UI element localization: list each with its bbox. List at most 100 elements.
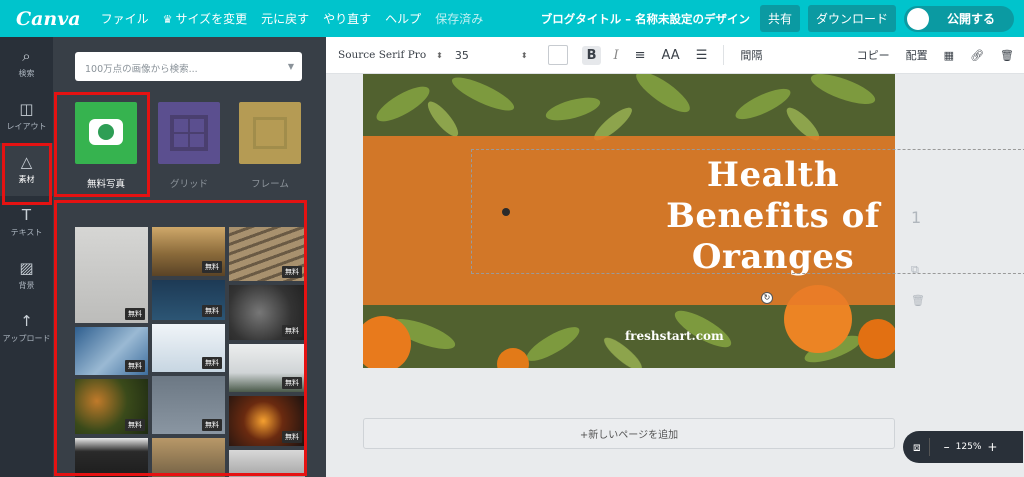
sidebar-item-label: アップロード <box>2 334 51 343</box>
grid-icon <box>170 115 208 151</box>
camera-icon <box>89 119 123 145</box>
photo-thumb[interactable]: 無料 <box>152 280 225 320</box>
sidebar-item-label: レイアウト <box>6 122 47 131</box>
free-badge: 無料 <box>125 308 145 320</box>
search-placeholder: 100万点の画像から検索... <box>85 64 198 75</box>
sidebar-item-search[interactable]: ⌕ 検索 <box>0 37 53 90</box>
copy-button[interactable]: コピー <box>857 47 890 63</box>
photo-thumb[interactable]: 無料 <box>152 376 225 434</box>
photo-thumb[interactable]: 無料 <box>229 344 305 392</box>
background-icon: ▨ <box>19 259 34 277</box>
photo-grid: 無料 無料 無料 無料 無料 無料 無料 無料 無料 無料 無料 <box>75 227 305 477</box>
present-icon[interactable]: ⧈ <box>913 440 921 455</box>
photo-thumb[interactable]: 無料 <box>229 396 305 446</box>
sidebar-item-label: 検索 <box>18 69 35 78</box>
resize-menu[interactable]: ♛ サイズを変更 <box>163 10 248 27</box>
sidebar-item-label: 素材 <box>18 175 35 184</box>
category-frames[interactable]: フレーム <box>238 102 302 190</box>
zoom-out-button[interactable]: – <box>944 440 950 454</box>
delete-page-icon[interactable]: 🗑︎ <box>911 294 925 307</box>
photo-thumb[interactable]: 無料 <box>229 285 305 340</box>
italic-button[interactable]: I <box>613 48 618 63</box>
text-case-button[interactable]: AA <box>662 48 680 63</box>
chevron-down-icon[interactable]: ▼ <box>288 62 294 71</box>
canva-logo[interactable]: Canva <box>16 8 81 30</box>
photo-thumb[interactable]: 無料 <box>229 227 305 281</box>
share-button[interactable]: 共有 <box>759 5 800 32</box>
photo-thumb[interactable] <box>75 438 148 477</box>
category-grids[interactable]: グリッド <box>157 102 221 190</box>
zoom-level[interactable]: 125% <box>956 442 982 452</box>
elements-panel: 100万点の画像から検索... ▼ 無料写真 グリッド フレーム 無料 無料 無… <box>53 37 326 477</box>
url-text[interactable]: freshstart.com <box>625 329 724 343</box>
rotate-handle-icon[interactable]: ↻ <box>761 292 773 304</box>
frame-icon <box>253 117 287 149</box>
publish-toggle[interactable]: 公開する <box>904 5 1014 32</box>
undo-button[interactable]: 元に戻す <box>261 10 309 27</box>
search-icon: ⌕ <box>22 47 31 65</box>
bold-button[interactable]: B <box>581 45 602 65</box>
free-badge: 無料 <box>282 325 302 337</box>
sidebar-item-layout[interactable]: ◫ レイアウト <box>0 90 53 143</box>
sidebar-item-label: テキスト <box>10 228 43 237</box>
resize-handle[interactable] <box>502 208 510 216</box>
file-menu[interactable]: ファイル <box>101 10 149 27</box>
sidebar-item-upload[interactable]: ↑ アップロード <box>0 302 53 355</box>
text-icon: T <box>21 206 32 224</box>
help-menu[interactable]: ヘルプ <box>385 10 421 27</box>
download-button[interactable]: ダウンロード <box>807 5 896 32</box>
photo-thumb[interactable]: 無料 <box>75 327 148 375</box>
zoom-in-button[interactable]: + <box>987 440 997 454</box>
sidebar-item-label: 背景 <box>18 281 35 290</box>
frames-thumb <box>239 102 301 164</box>
font-dropdown-arrows-icon[interactable]: ⬍ <box>436 51 443 60</box>
free-badge: 無料 <box>202 261 222 273</box>
toolbar-divider <box>723 45 725 65</box>
text-selection-box <box>471 149 1024 274</box>
link-icon[interactable]: 🔗︎ <box>970 49 984 62</box>
zoom-control: ⧈ – 125% + <box>903 431 1023 463</box>
spacing-button[interactable]: 間隔 <box>740 47 762 63</box>
format-toolbar: Source Serif Pro ⬍ 35 ⬍ B I ≡ AA ☰ 間隔 コピ… <box>326 37 1024 74</box>
canvas-area: Health Benefits of Oranges freshstart.co… <box>326 74 1024 477</box>
free-badge: 無料 <box>125 419 145 431</box>
photo-thumb[interactable]: 無料 <box>75 379 148 434</box>
add-page-button[interactable]: +新しいページを追加 <box>363 418 895 449</box>
font-size-dropdown[interactable]: 35 <box>455 49 469 62</box>
left-sidebar: ⌕ 検索 ◫ レイアウト △ 素材 T テキスト ▨ 背景 ↑ アップロード <box>0 37 53 477</box>
document-title[interactable]: ブログタイトル – 名称未設定のデザイン <box>541 11 750 27</box>
free-badge: 無料 <box>202 357 222 369</box>
top-bar: Canva ファイル ♛ サイズを変更 元に戻す やり直す ヘルプ 保存済み ブロ… <box>0 0 1024 37</box>
upload-icon: ↑ <box>20 312 33 330</box>
photo-thumb[interactable]: 無料 <box>75 227 148 323</box>
list-icon[interactable]: ☰ <box>696 48 708 63</box>
arrange-button[interactable]: 配置 <box>906 47 928 63</box>
search-input[interactable]: 100万点の画像から検索... ▼ <box>75 52 302 81</box>
trash-icon[interactable]: 🗑︎ <box>1000 49 1014 62</box>
free-badge: 無料 <box>202 305 222 317</box>
transparency-icon[interactable]: ▦ <box>944 49 954 62</box>
category-label: グリッド <box>169 179 208 190</box>
font-family-dropdown[interactable]: Source Serif Pro <box>338 49 426 61</box>
redo-button[interactable]: やり直す <box>323 10 371 27</box>
free-badge: 無料 <box>125 360 145 372</box>
zoom-divider <box>928 438 930 456</box>
photo-thumb[interactable] <box>229 450 305 477</box>
category-label: フレーム <box>251 179 289 190</box>
photo-thumb[interactable] <box>152 438 225 477</box>
free-badge: 無料 <box>282 266 302 278</box>
free-photos-thumb <box>75 102 137 164</box>
crown-icon: ♛ <box>162 13 173 26</box>
sidebar-item-background[interactable]: ▨ 背景 <box>0 249 53 302</box>
resize-label: サイズを変更 <box>175 12 248 26</box>
toggle-knob <box>907 7 929 30</box>
size-dropdown-arrows-icon[interactable]: ⬍ <box>521 51 528 60</box>
category-free-photos[interactable]: 無料写真 <box>74 102 138 190</box>
sidebar-item-elements[interactable]: △ 素材 <box>0 143 53 196</box>
photo-thumb[interactable]: 無料 <box>152 324 225 372</box>
text-color-swatch[interactable] <box>547 45 568 65</box>
duplicate-page-icon[interactable]: ⧉ <box>911 263 919 277</box>
photo-thumb[interactable]: 無料 <box>152 227 225 276</box>
align-icon[interactable]: ≡ <box>635 48 646 63</box>
sidebar-item-text[interactable]: T テキスト <box>0 196 53 249</box>
